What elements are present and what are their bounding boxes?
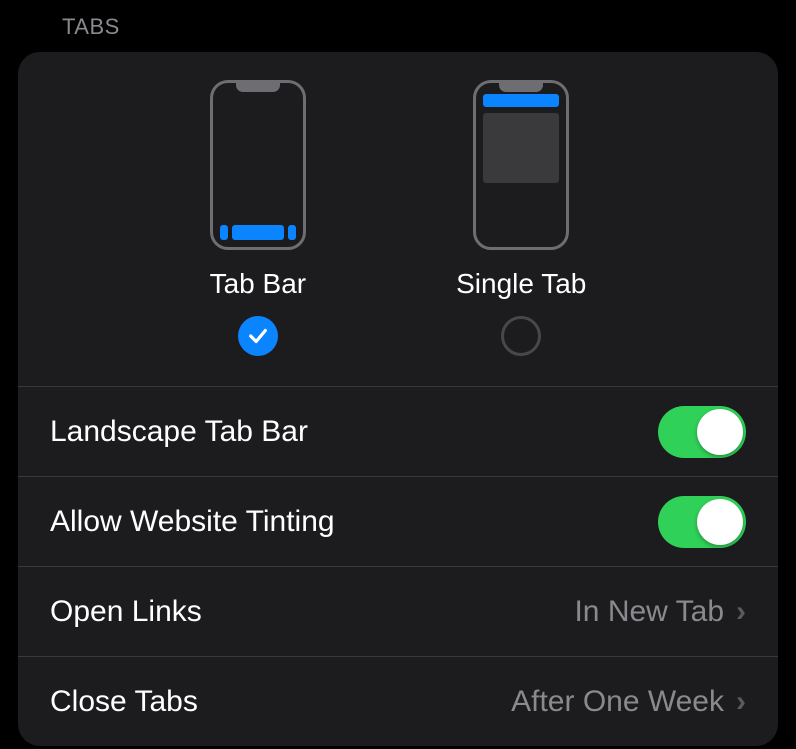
layout-option-single-tab[interactable]: Single Tab <box>456 80 586 356</box>
value-text-open-links: In New Tab <box>574 595 724 629</box>
toggle-allow-website-tinting[interactable] <box>658 496 746 548</box>
row-open-links[interactable]: Open Links In New Tab › <box>18 566 778 656</box>
label-open-links: Open Links <box>50 595 202 629</box>
phone-preview-single-tab <box>473 80 569 250</box>
radio-selected-icon[interactable] <box>238 316 278 356</box>
label-allow-website-tinting: Allow Website Tinting <box>50 505 335 539</box>
layout-label-single-tab: Single Tab <box>456 268 586 300</box>
label-landscape-tab-bar: Landscape Tab Bar <box>50 415 308 449</box>
layout-option-tab-bar[interactable]: Tab Bar <box>210 80 307 356</box>
section-header-tabs: TABS <box>18 14 778 52</box>
label-close-tabs: Close Tabs <box>50 685 198 719</box>
toggle-knob-icon <box>697 409 743 455</box>
toggle-landscape-tab-bar[interactable] <box>658 406 746 458</box>
chevron-right-icon: › <box>736 595 746 629</box>
toggle-knob-icon <box>697 499 743 545</box>
phone-notch-icon <box>499 83 543 92</box>
row-allow-website-tinting: Allow Website Tinting <box>18 476 778 566</box>
layout-label-tab-bar: Tab Bar <box>210 268 307 300</box>
tab-bar-preview-icon <box>220 225 296 240</box>
row-landscape-tab-bar: Landscape Tab Bar <box>18 386 778 476</box>
phone-notch-icon <box>236 83 280 92</box>
single-tab-preview-icon <box>483 94 559 183</box>
value-close-tabs: After One Week › <box>511 685 746 719</box>
value-text-close-tabs: After One Week <box>511 685 724 719</box>
tabs-settings-panel: Tab Bar Single Tab <box>18 52 778 746</box>
chevron-right-icon: › <box>736 685 746 719</box>
radio-unselected-icon[interactable] <box>501 316 541 356</box>
phone-preview-tab-bar <box>210 80 306 250</box>
value-open-links: In New Tab › <box>574 595 746 629</box>
row-close-tabs[interactable]: Close Tabs After One Week › <box>18 656 778 746</box>
tab-layout-picker: Tab Bar Single Tab <box>18 52 778 386</box>
